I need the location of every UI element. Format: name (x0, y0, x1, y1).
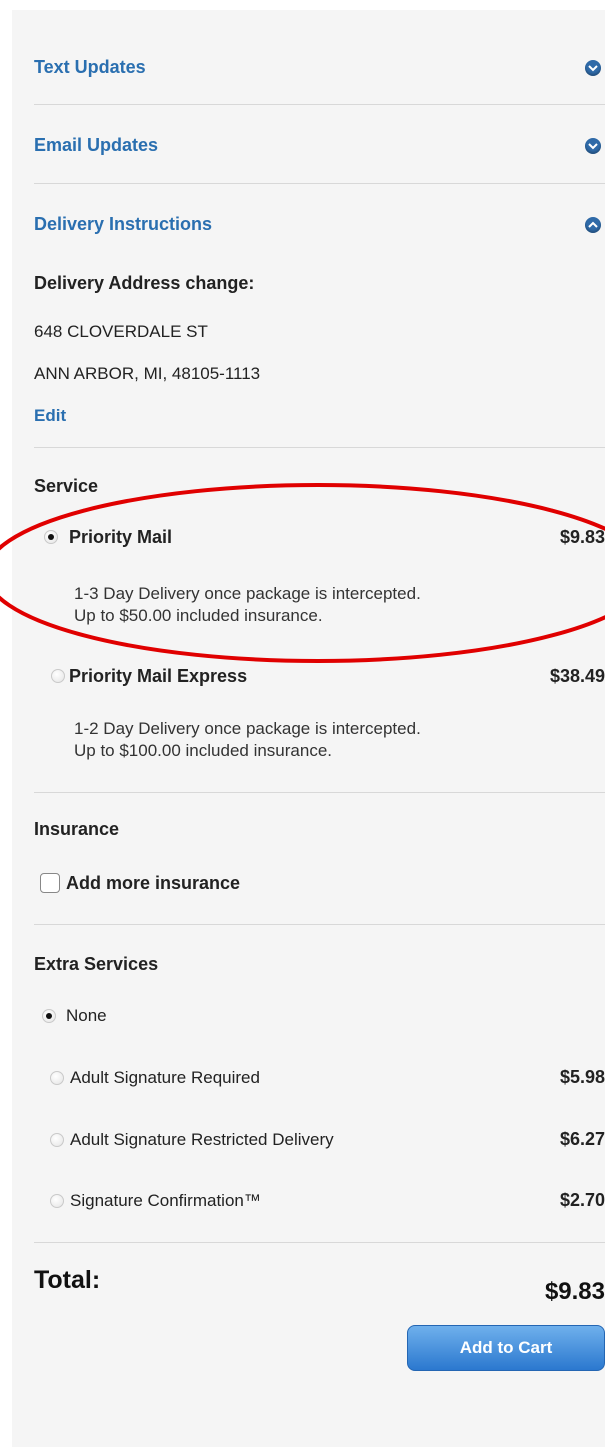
add-insurance-checkbox[interactable] (40, 873, 60, 893)
accordion-email-updates[interactable]: Email Updates (34, 135, 158, 156)
chevron-down-icon[interactable] (585, 60, 601, 76)
chevron-down-icon[interactable] (585, 138, 601, 154)
priority-mail-radio[interactable] (44, 530, 58, 544)
extra-none-label[interactable]: None (66, 1006, 107, 1026)
priority-mail-description-line-2: Up to $50.00 included insurance. (74, 606, 323, 625)
delivery-address-heading: Delivery Address change: (34, 273, 255, 293)
total-label: Total: (34, 1266, 101, 1294)
extra-services-heading: Extra Services (34, 954, 159, 974)
add-to-cart-button[interactable]: Add to Cart (407, 1325, 605, 1371)
add-insurance-label[interactable]: Add more insurance (66, 873, 240, 894)
insurance-heading: Insurance (34, 819, 120, 839)
divider (34, 447, 605, 448)
divider (34, 183, 605, 184)
adult-signature-radio[interactable] (50, 1071, 64, 1085)
priority-mail-label[interactable]: Priority Mail (69, 527, 172, 548)
chevron-up-icon[interactable] (585, 217, 601, 233)
priority-mail-express-description-line-1: 1-2 Day Delivery once package is interce… (74, 719, 421, 738)
divider (34, 104, 605, 105)
adult-signature-label[interactable]: Adult Signature Required (70, 1068, 260, 1088)
service-heading: Service (34, 476, 99, 496)
divider (34, 1242, 605, 1243)
divider (34, 924, 605, 925)
total-value: $9.83 (544, 1278, 605, 1305)
adult-signature-restricted-label[interactable]: Adult Signature Restricted Delivery (70, 1130, 334, 1150)
signature-confirmation-price: $2.70 (559, 1190, 605, 1210)
adult-signature-price: $5.98 (559, 1067, 605, 1087)
edit-address-link[interactable]: Edit (34, 406, 66, 426)
page: Text Updates Email Updates Delivery Inst… (0, 0, 605, 1447)
signature-confirmation-label[interactable]: Signature Confirmation™ (70, 1191, 261, 1211)
address-line-1: 648 CLOVERDALE ST (34, 322, 208, 341)
adult-signature-restricted-price: $6.27 (559, 1129, 605, 1149)
priority-mail-express-radio[interactable] (51, 669, 65, 683)
address-line-2: ANN ARBOR, MI, 48105-1113 (34, 364, 261, 383)
priority-mail-express-price: $38.49 (549, 666, 605, 686)
priority-mail-price: $9.83 (559, 527, 605, 547)
priority-mail-description-line-1: 1-3 Day Delivery once package is interce… (74, 584, 421, 603)
accordion-delivery-instructions[interactable]: Delivery Instructions (34, 214, 212, 235)
priority-mail-express-label[interactable]: Priority Mail Express (69, 666, 247, 687)
signature-confirmation-radio[interactable] (50, 1194, 64, 1208)
adult-signature-restricted-radio[interactable] (50, 1133, 64, 1147)
priority-mail-express-description-line-2: Up to $100.00 included insurance. (74, 741, 333, 760)
divider (34, 792, 605, 793)
extra-none-radio[interactable] (42, 1009, 56, 1023)
accordion-text-updates[interactable]: Text Updates (34, 57, 146, 78)
